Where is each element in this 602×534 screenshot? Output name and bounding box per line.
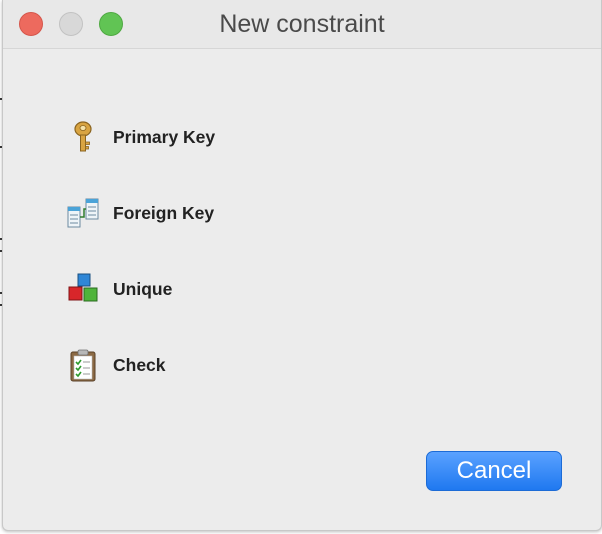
option-label: Primary Key <box>113 126 216 147</box>
window-title: New constraint <box>219 10 385 38</box>
key-icon <box>74 121 92 152</box>
unique-blocks-icon <box>68 273 98 302</box>
option-label: Unique <box>113 278 173 299</box>
option-check[interactable]: Check <box>65 345 365 385</box>
option-unique[interactable]: Unique <box>65 269 365 309</box>
cancel-button[interactable]: Cancel <box>426 451 562 491</box>
title-bar: New constraint <box>3 0 601 49</box>
option-label: Check <box>113 354 166 375</box>
option-primary-key[interactable]: Primary Key <box>65 117 365 157</box>
foreign-key-icon <box>67 198 99 228</box>
option-label: Foreign Key <box>113 202 215 223</box>
clipboard-check-icon <box>70 349 96 382</box>
new-constraint-dialog: New constraint Primary Key Foreign Key U… <box>2 0 602 531</box>
option-foreign-key[interactable]: Foreign Key <box>65 193 365 233</box>
